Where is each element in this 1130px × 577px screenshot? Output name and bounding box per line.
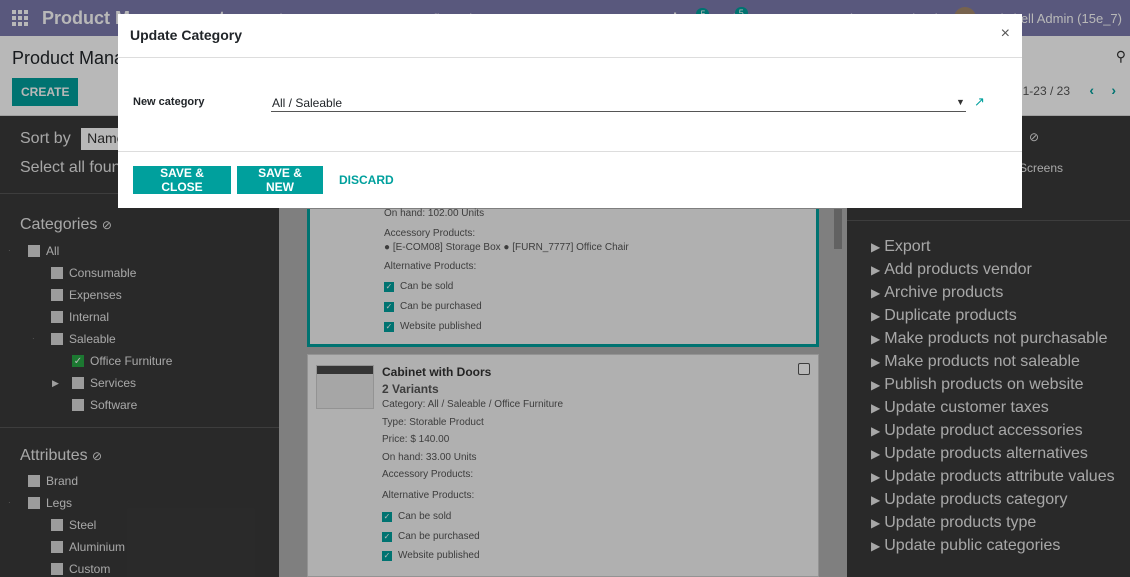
- new-category-input[interactable]: [271, 94, 966, 112]
- modal-title: Update Category: [130, 27, 243, 43]
- update-category-dialog: Update Category × New category ▼ ↗ SAVE …: [118, 14, 1022, 208]
- divider: [118, 57, 1022, 58]
- close-icon[interactable]: ×: [1001, 25, 1010, 43]
- divider: [118, 151, 1022, 152]
- discard-button[interactable]: DISCARD: [331, 166, 402, 194]
- caret-down-icon[interactable]: ▼: [956, 97, 965, 107]
- external-link-icon[interactable]: ↗: [974, 94, 985, 110]
- save-close-button[interactable]: SAVE & CLOSE: [133, 166, 231, 194]
- save-new-button[interactable]: SAVE & NEW: [237, 166, 323, 194]
- new-category-label: New category: [133, 96, 205, 108]
